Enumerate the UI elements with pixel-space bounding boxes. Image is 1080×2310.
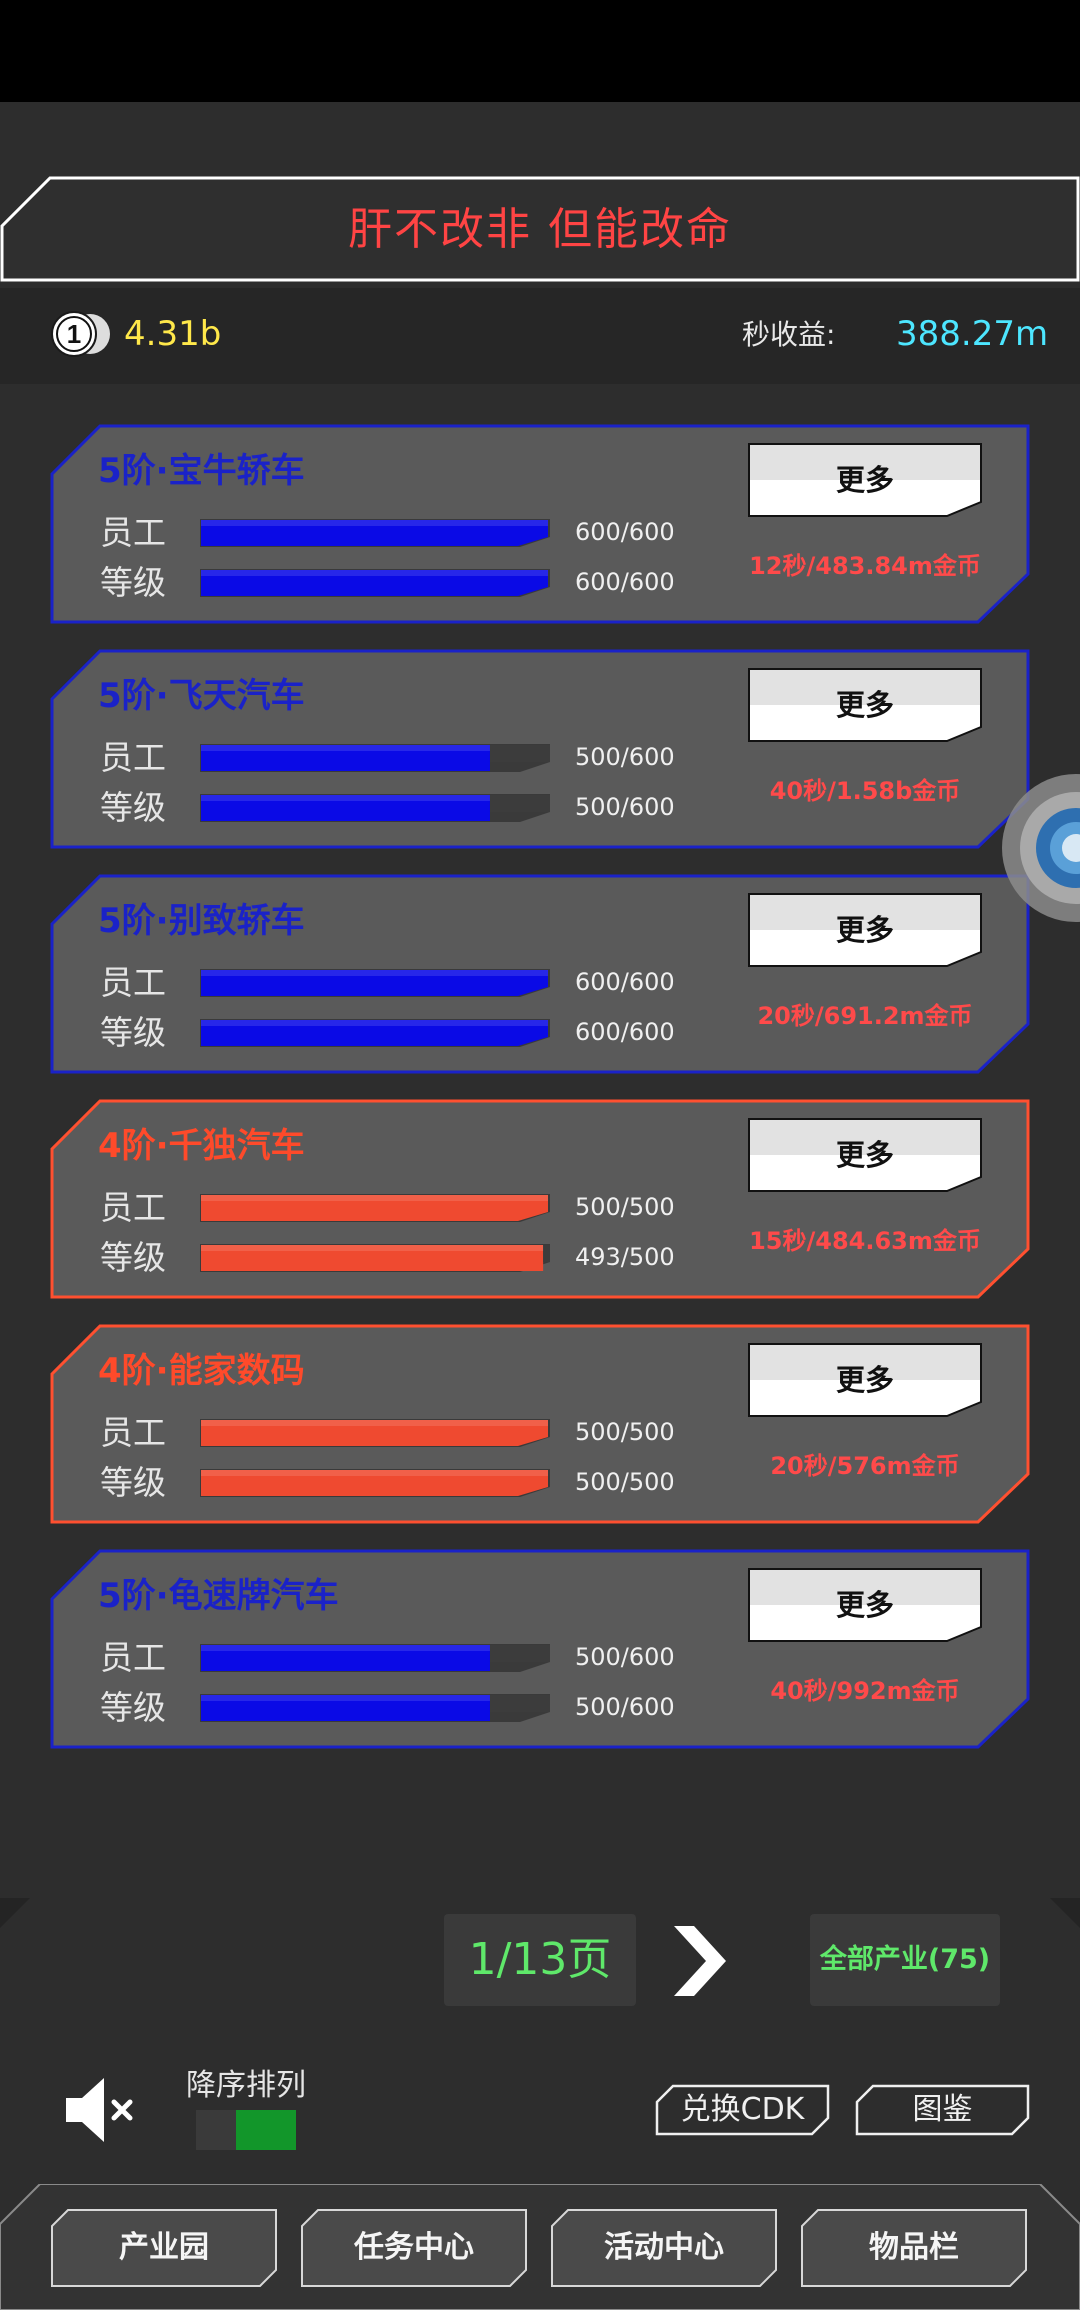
income-rate: 12秒/483.84m金币: [749, 552, 981, 580]
staff-value: 500/600: [575, 743, 675, 771]
sort-toggle-knob: [236, 2110, 296, 2150]
more-label: 更多: [835, 688, 894, 722]
coin-amount: 4.31b: [124, 314, 222, 354]
sort-label: 降序排列: [186, 2068, 306, 2103]
income-rate: 40秒/1.58b金币: [769, 777, 961, 805]
industry-card: 5阶·龟速牌汽车 员工 500/600 等级 500/600 更多 40秒/99…: [50, 1549, 1030, 1749]
status-bar: [0, 0, 1080, 102]
level-value: 500/500: [575, 1468, 675, 1496]
coin-1-icon: 1: [51, 311, 110, 357]
level-value: 600/600: [575, 1018, 675, 1046]
industry-card: 5阶·宝牛轿车 员工 600/600 等级 600/600 更多 12秒/483…: [50, 424, 1030, 624]
level-label: 等级: [100, 1238, 166, 1277]
pagination-area: 1/13页 全部产业(75): [0, 1898, 1080, 2028]
income-rate: 40秒/992m金币: [770, 1677, 960, 1705]
level-label: 等级: [100, 1688, 166, 1727]
level-label: 等级: [100, 1463, 166, 1502]
more-button[interactable]: 更多: [747, 1567, 983, 1643]
more-button[interactable]: 更多: [747, 667, 983, 743]
more-label: 更多: [835, 1138, 894, 1172]
sort-toggle[interactable]: [196, 2110, 296, 2150]
nav-tab[interactable]: 任务中心: [300, 2208, 528, 2288]
codex-button[interactable]: 图鉴: [855, 2084, 1030, 2136]
staff-label: 员工: [100, 1188, 166, 1227]
staff-value: 600/600: [575, 968, 675, 996]
nav-tab[interactable]: 活动中心: [550, 2208, 778, 2288]
more-button[interactable]: 更多: [747, 442, 983, 518]
banner-title: 肝不改非 但能改命: [348, 204, 732, 255]
staff-progress-bar: [200, 519, 550, 547]
redeem-cdk-button[interactable]: 兑换CDK: [655, 2084, 830, 2136]
more-button[interactable]: 更多: [747, 1342, 983, 1418]
staff-value: 500/500: [575, 1193, 675, 1221]
staff-progress-bar: [200, 1194, 550, 1222]
level-label: 等级: [100, 563, 166, 602]
more-label: 更多: [835, 913, 894, 947]
level-progress-bar: [200, 1469, 550, 1497]
level-value: 493/500: [575, 1243, 675, 1271]
income-rate: 20秒/691.2m金币: [757, 1002, 973, 1030]
level-label: 等级: [100, 788, 166, 827]
bottom-nav: 产业园 任务中心 活动中心 物品栏: [0, 2184, 1080, 2310]
title-banner: 肝不改非 但能改命: [0, 176, 1080, 284]
more-label: 更多: [835, 463, 894, 497]
staff-progress-bar: [200, 969, 550, 997]
staff-label: 员工: [100, 1413, 166, 1452]
level-value: 500/600: [575, 793, 675, 821]
industry-card: 4阶·能家数码 员工 500/500 等级 500/500 更多 20秒/576…: [50, 1324, 1030, 1524]
staff-label: 员工: [100, 1638, 166, 1677]
nav-tab-label: 产业园: [119, 2230, 209, 2265]
nav-tab[interactable]: 产业园: [50, 2208, 278, 2288]
level-value: 600/600: [575, 568, 675, 596]
more-button[interactable]: 更多: [747, 892, 983, 968]
redeem-cdk-label: 兑换CDK: [680, 2092, 805, 2127]
income-rate: 15秒/484.63m金币: [749, 1227, 981, 1255]
industry-title: 4阶·能家数码: [98, 1351, 305, 1391]
staff-progress-bar: [200, 744, 550, 772]
speaker-muted-icon[interactable]: [62, 2074, 142, 2146]
staff-label: 员工: [100, 513, 166, 552]
level-label: 等级: [100, 1013, 166, 1052]
nav-tab-label: 活动中心: [604, 2230, 724, 2265]
more-label: 更多: [835, 1363, 894, 1397]
svg-text:1: 1: [67, 319, 81, 349]
staff-value: 500/600: [575, 1643, 675, 1671]
nav-tab-label: 物品栏: [869, 2230, 959, 2265]
staff-label: 员工: [100, 738, 166, 777]
all-industries-button[interactable]: 全部产业(75): [810, 1914, 1000, 2006]
level-progress-bar: [200, 1244, 550, 1272]
more-button[interactable]: 更多: [747, 1117, 983, 1193]
page-indicator: 1/13页: [444, 1914, 636, 2006]
codex-label: 图鉴: [912, 2092, 973, 2127]
level-progress-bar: [200, 569, 550, 597]
income-rate: 20秒/576m金币: [770, 1452, 960, 1480]
industry-title: 5阶·宝牛轿车: [98, 451, 305, 491]
level-progress-bar: [200, 1019, 550, 1047]
more-label: 更多: [835, 1588, 894, 1622]
currency-bar: 1 4.31b 秒收益: 388.27m: [0, 288, 1080, 384]
industry-card: 4阶·千独汽车 员工 500/500 等级 493/500 更多 15秒/484…: [50, 1099, 1030, 1299]
level-value: 500/600: [575, 1693, 675, 1721]
staff-label: 员工: [100, 963, 166, 1002]
income-value: 388.27m: [896, 314, 1049, 354]
level-progress-bar: [200, 794, 550, 822]
staff-progress-bar: [200, 1644, 550, 1672]
chevron-right-icon[interactable]: [660, 1916, 740, 2006]
staff-value: 600/600: [575, 518, 675, 546]
level-progress-bar: [200, 1694, 550, 1722]
industry-title: 5阶·飞天汽车: [98, 676, 305, 716]
nav-tab[interactable]: 物品栏: [800, 2208, 1028, 2288]
industry-card: 5阶·飞天汽车 员工 500/600 等级 500/600 更多 40秒/1.5…: [50, 649, 1030, 849]
industry-title: 5阶·别致轿车: [98, 901, 305, 941]
nav-tab-label: 任务中心: [354, 2230, 474, 2265]
staff-value: 500/500: [575, 1418, 675, 1446]
industry-card: 5阶·别致轿车 员工 600/600 等级 600/600 更多 20秒/691…: [50, 874, 1030, 1074]
industry-title: 4阶·千独汽车: [98, 1126, 305, 1166]
industry-title: 5阶·龟速牌汽车: [98, 1576, 339, 1616]
staff-progress-bar: [200, 1419, 550, 1447]
floating-assist-ball[interactable]: [1002, 774, 1080, 922]
income-label: 秒收益:: [742, 318, 836, 351]
